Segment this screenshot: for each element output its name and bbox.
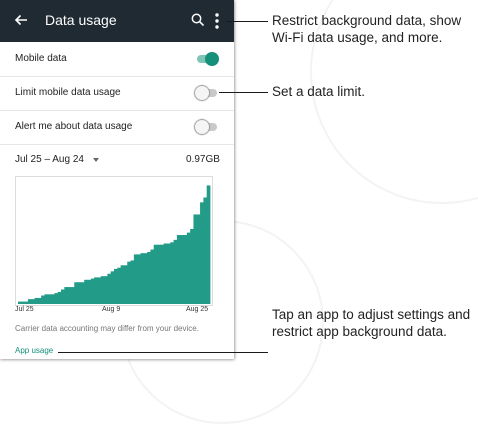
chart-tick-label: Jul 25 [15, 306, 34, 313]
callout-line [226, 21, 268, 22]
usage-bar [67, 287, 72, 304]
usage-bar [200, 202, 204, 304]
usage-bar [166, 243, 171, 304]
usage-bar [117, 267, 122, 304]
limit-data-toggle[interactable] [195, 86, 219, 100]
usage-bar [130, 260, 135, 304]
usage-bar [44, 294, 49, 304]
usage-bar [190, 228, 194, 304]
usage-bar [160, 244, 165, 304]
usage-bar [157, 244, 161, 304]
usage-bar [110, 271, 115, 304]
usage-bar [80, 282, 85, 304]
usage-bar [123, 265, 128, 304]
usage-bar [196, 214, 201, 304]
usage-chart-svg [18, 185, 211, 304]
usage-bar [127, 261, 131, 304]
usage-bar [74, 282, 78, 304]
usage-bar [107, 273, 112, 304]
more-vert-icon[interactable] [212, 10, 222, 32]
usage-bar [27, 299, 32, 304]
usage-bar [173, 239, 178, 304]
callout-line [219, 92, 268, 93]
arrow-back-icon[interactable] [10, 9, 32, 31]
usage-bar [137, 254, 141, 304]
alert-data-toggle[interactable] [195, 120, 219, 134]
usage-bar [57, 291, 62, 304]
usage-bar [97, 277, 102, 304]
usage-bar [37, 297, 42, 304]
setting-mobile-data[interactable]: Mobile data [0, 42, 234, 77]
toggle-thumb [205, 52, 219, 66]
usage-bar [90, 278, 95, 304]
mobile-data-toggle[interactable] [195, 52, 219, 66]
callout-apps: Tap an app to adjust settings and restri… [272, 307, 471, 339]
usage-bar [24, 301, 29, 304]
usage-bar [176, 235, 181, 304]
usage-bar [87, 279, 92, 304]
setting-alert-data[interactable]: Alert me about data usage [0, 110, 234, 145]
callout-line [58, 352, 268, 353]
usage-bar [147, 251, 151, 304]
app-usage-link[interactable]: App usage [15, 346, 53, 355]
billing-cycle-selector[interactable]: Jul 25 – Aug 24 0.97GB [0, 146, 234, 172]
page-title: Data usage [45, 12, 117, 28]
usage-bar [170, 242, 174, 304]
dropdown-caret-icon [93, 158, 99, 162]
usage-bar [163, 243, 168, 304]
setting-label: Limit mobile data usage [15, 87, 121, 98]
cycle-range: Jul 25 – Aug 24 [15, 154, 84, 165]
usage-bar [150, 249, 155, 304]
usage-bar [193, 214, 198, 304]
chart-tick-label: Aug 25 [186, 306, 209, 313]
usage-bar [70, 287, 75, 304]
usage-bar [120, 265, 125, 304]
usage-bar [21, 301, 26, 304]
usage-bar [104, 276, 108, 304]
cycle-total: 0.97GB [186, 154, 220, 165]
toggle-thumb [195, 86, 209, 100]
usage-bar [41, 295, 45, 304]
usage-bar [203, 197, 208, 304]
usage-bar [183, 235, 188, 304]
usage-bar [54, 293, 59, 304]
usage-bar [153, 244, 158, 304]
usage-bar [94, 277, 98, 304]
usage-chart [15, 176, 213, 306]
usage-bar [47, 294, 52, 304]
search-icon[interactable] [190, 12, 206, 28]
chart-tick-label: Aug 9 [102, 306, 121, 313]
setting-limit-data[interactable]: Limit mobile data usage [0, 76, 234, 111]
usage-bar [31, 299, 35, 304]
usage-bar [100, 276, 105, 304]
app-bar: Data usage [0, 0, 234, 42]
carrier-note: Carrier data accounting may differ from … [15, 324, 199, 333]
callout-menu: Restrict background data, show Wi-Fi dat… [272, 13, 462, 45]
usage-bar [143, 253, 148, 304]
usage-bar [206, 185, 211, 304]
usage-bar [84, 279, 88, 304]
usage-bar [64, 287, 69, 304]
usage-bar [140, 253, 145, 304]
usage-bar [77, 282, 82, 304]
usage-bar [133, 254, 138, 304]
setting-label: Alert me about data usage [15, 121, 133, 132]
usage-bar [180, 235, 184, 304]
usage-bar [18, 301, 22, 304]
callout-limit: Set a data limit. [272, 84, 366, 99]
setting-label: Mobile data [15, 53, 67, 64]
usage-bar [114, 268, 118, 304]
toggle-thumb [195, 120, 209, 134]
usage-bar [61, 289, 65, 304]
usage-bar [51, 294, 55, 304]
usage-bar [34, 297, 39, 304]
usage-bar [186, 232, 191, 304]
phone-screen: Data usage Mobile data Limit mobile data… [0, 0, 234, 359]
